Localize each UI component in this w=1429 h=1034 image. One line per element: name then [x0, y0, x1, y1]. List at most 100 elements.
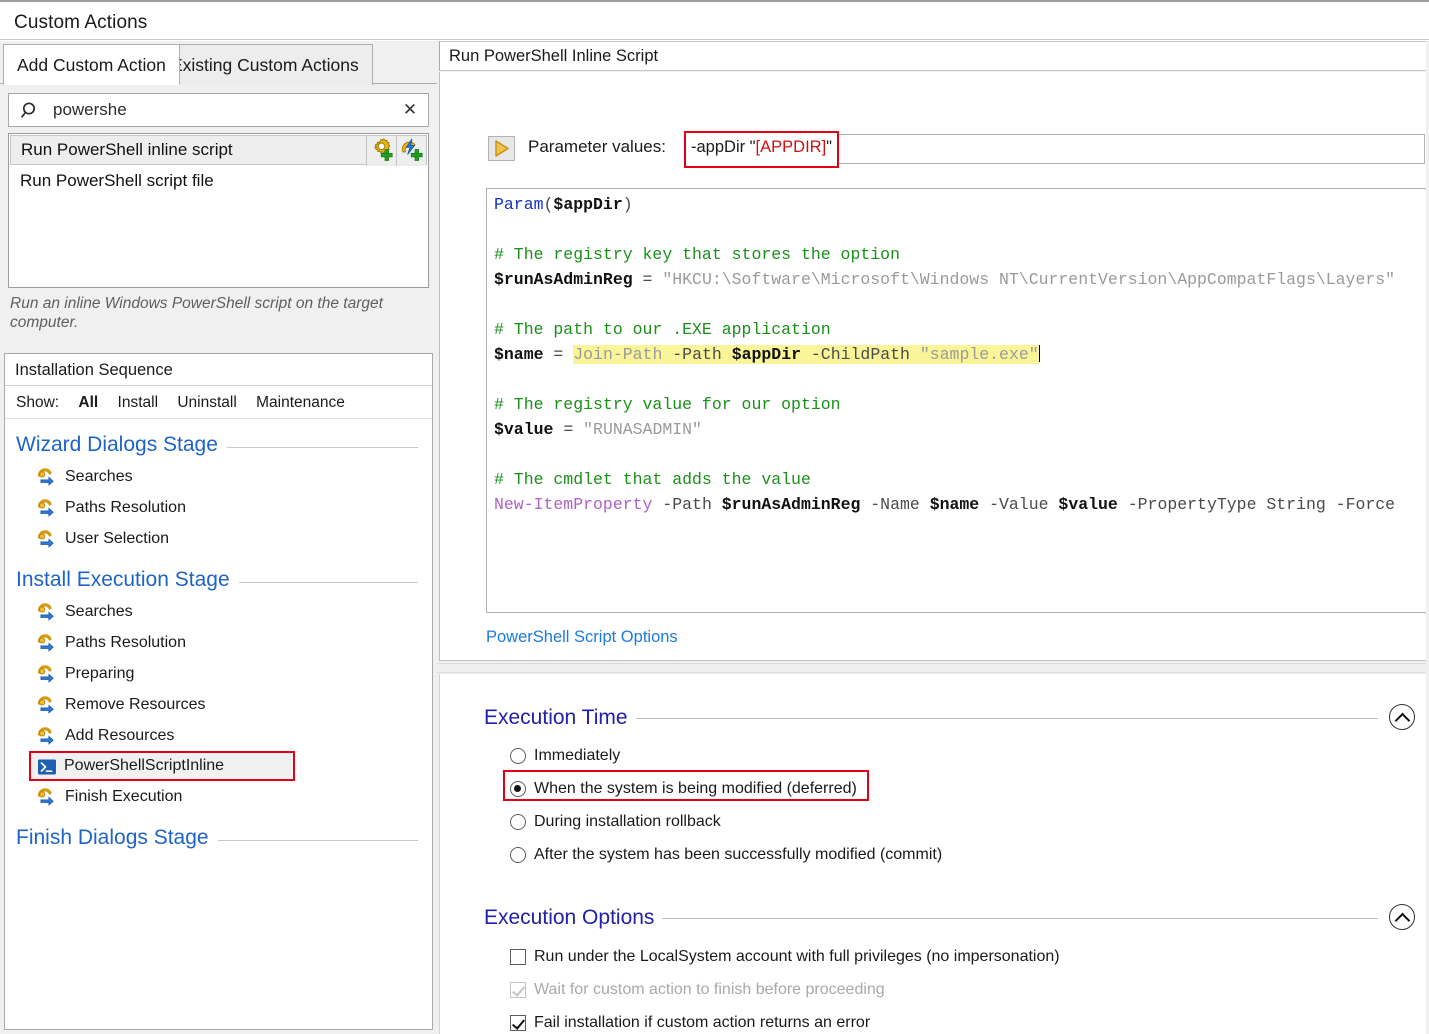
script-content: Param($appDir) # The registry key that s… [494, 192, 1395, 517]
stage-header-finish-dialogs: Finish Dialogs Stage [16, 826, 432, 850]
script-token [662, 345, 673, 364]
execution-options-collapse-chevron-up-icon[interactable] [1389, 904, 1415, 930]
script-token: New-ItemProperty [494, 495, 653, 514]
radio-label: During installation rollback [534, 813, 721, 830]
script-token: $appDir [731, 345, 801, 364]
execution-time-collapse-chevron-up-icon[interactable] [1389, 704, 1415, 730]
parameter-values-row: Parameter values: -appDir "[APPDIR]" [440, 131, 1428, 176]
sequence-item-searches-install[interactable]: Searches [5, 596, 432, 627]
list-item[interactable]: Run PowerShell script file [9, 165, 428, 196]
radio-after-commit[interactable]: After the system has been successfully m… [510, 846, 942, 864]
window-titlebar: Custom Actions [0, 0, 1429, 40]
script-line: # The path to our .EXE application [494, 317, 1395, 342]
search-results-list: Run PowerShell inline script Run PowerSh… [8, 133, 429, 288]
script-token: = [632, 270, 663, 289]
checkbox-fail-installation[interactable]: Fail installation if custom action retur… [510, 1014, 870, 1032]
sequence-item-add-resources[interactable]: Add Resources [5, 720, 432, 751]
action-arrow-icon [36, 787, 56, 807]
stage-title: Install Execution Stage [16, 568, 239, 591]
sequence-item-preparing[interactable]: Preparing [5, 658, 432, 689]
script-token: $runAsAdminReg [494, 270, 633, 289]
left-pane: Add Custom Action Existing Custom Action… [0, 41, 437, 1034]
script-token: # The cmdlet that adds the value [494, 470, 811, 489]
show-filter-label: Show: [16, 394, 60, 411]
script-token [721, 345, 732, 364]
radio-when-system-modified[interactable]: When the system is being modified (defer… [510, 780, 857, 798]
checkbox[interactable] [510, 949, 526, 965]
script-token: # The registry key that stores the optio… [494, 245, 900, 264]
script-token: "HKCU:\Software\Microsoft\Windows NT\Cur… [662, 270, 1396, 289]
custom-actions-window: Custom Actions Add Custom Action Existin… [0, 0, 1429, 1034]
script-line: $runAsAdminReg = "HKCU:\Software\Microso… [494, 267, 1395, 292]
radio-button[interactable] [510, 814, 526, 830]
stage-header-install-execution: Install Execution Stage [16, 568, 432, 592]
play-icon[interactable] [488, 136, 515, 161]
sequence-item-label: Remove Resources [65, 695, 206, 713]
search-box[interactable]: powershe ✕ [8, 93, 429, 127]
sequence-item-user-selection-wizard[interactable]: User Selection [5, 523, 432, 554]
script-token: $name [929, 495, 980, 514]
add-lightning-icon[interactable] [396, 136, 426, 166]
sequence-item-label: Searches [65, 467, 133, 485]
list-item[interactable]: Run PowerShell inline script [10, 135, 427, 166]
checkbox-label: Fail installation if custom action retur… [534, 1014, 871, 1031]
checkbox-label: Run under the LocalSystem account with f… [534, 948, 1060, 965]
tab-existing-custom-actions[interactable]: Existing Custom Actions [157, 44, 373, 85]
script-token [801, 345, 811, 364]
param-suffix: " [826, 138, 833, 156]
stage-title: Finish Dialogs Stage [16, 826, 218, 849]
clear-search-icon[interactable]: ✕ [401, 100, 419, 120]
show-filter-maintenance[interactable]: Maintenance [256, 394, 345, 411]
sequence-item-label: Finish Execution [65, 787, 183, 805]
radio-button[interactable] [510, 847, 526, 863]
script-editor[interactable]: Param($appDir) # The registry key that s… [486, 188, 1427, 613]
param-prefix: -appDir " [691, 138, 756, 156]
text-caret [1038, 345, 1040, 362]
checkbox[interactable] [510, 1015, 526, 1031]
powershell-script-options-link[interactable]: PowerShell Script Options [486, 628, 678, 647]
script-token: Param [494, 195, 544, 214]
show-filter-uninstall[interactable]: Uninstall [177, 394, 236, 411]
script-token: $value [1058, 495, 1118, 514]
stage-header-wizard-dialogs: Wizard Dialogs Stage [16, 433, 432, 457]
checkbox-run-as-localsystem[interactable]: Run under the LocalSystem account with f… [510, 948, 1060, 966]
show-filter-all[interactable]: All [78, 394, 98, 411]
script-token: ) [622, 195, 633, 214]
list-item-label: Run PowerShell inline script [21, 140, 233, 159]
radio-label: Immediately [534, 747, 621, 764]
panel-divider [437, 663, 1429, 673]
script-token: -ChildPath [810, 345, 910, 364]
radio-button[interactable] [510, 748, 526, 764]
script-token: $runAsAdminReg [721, 495, 861, 514]
page-title: Custom Actions [14, 12, 148, 33]
sequence-item-finish-execution[interactable]: Finish Execution [5, 781, 432, 812]
script-token: -Value [979, 495, 1059, 514]
script-line: $name = Join-Path -Path $appDir -ChildPa… [494, 342, 1395, 367]
show-filter-install[interactable]: Install [118, 394, 159, 411]
sequence-item-powershellscriptinline[interactable]: PowerShellScriptInline [29, 751, 295, 781]
script-token: $value [494, 420, 554, 439]
action-arrow-icon [36, 664, 56, 684]
script-token: = [543, 345, 574, 364]
checkbox-wait-for-finish: Wait for custom action to finish before … [510, 981, 885, 999]
action-description: Run an inline Windows PowerShell script … [10, 295, 383, 331]
tab-add-custom-action[interactable]: Add Custom Action [3, 44, 180, 85]
radio-button[interactable] [510, 781, 526, 797]
add-gear-icon[interactable] [366, 136, 396, 166]
script-line [494, 217, 1395, 242]
installation-sequence-panel: Installation Sequence Show: All Install … [4, 353, 433, 1030]
script-token: $name [494, 345, 544, 364]
action-arrow-icon [36, 602, 56, 622]
sequence-item-label: Preparing [65, 664, 135, 682]
action-arrow-icon [36, 498, 56, 518]
script-token: -PropertyType String -Force [1117, 495, 1396, 514]
radio-immediately[interactable]: Immediately [510, 747, 620, 765]
sequence-item-remove-resources[interactable]: Remove Resources [5, 689, 432, 720]
script-line: # The cmdlet that adds the value [494, 467, 1395, 492]
radio-during-rollback[interactable]: During installation rollback [510, 813, 721, 831]
search-icon [18, 100, 40, 122]
sequence-item-searches-wizard[interactable]: Searches [5, 461, 432, 492]
sequence-item-paths-resolution-install[interactable]: Paths Resolution [5, 627, 432, 658]
sequence-item-paths-resolution-wizard[interactable]: Paths Resolution [5, 492, 432, 523]
search-input[interactable]: powershe [53, 100, 127, 120]
